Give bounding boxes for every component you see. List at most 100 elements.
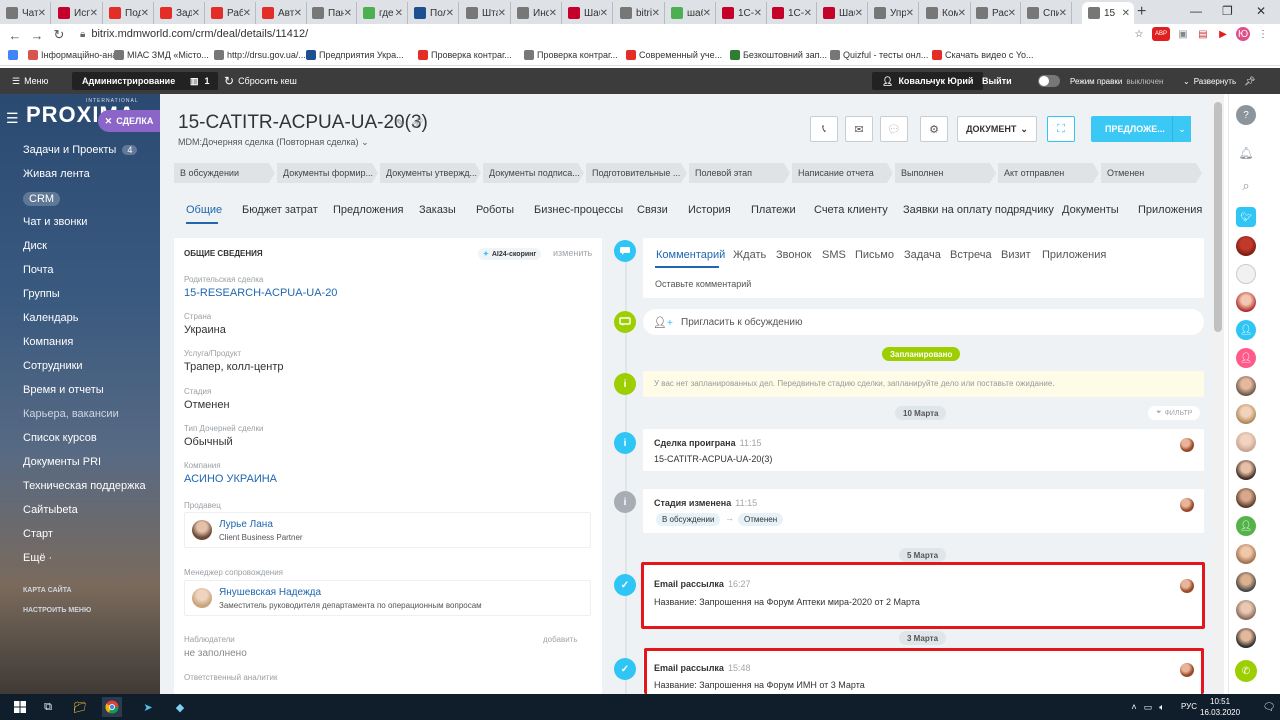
expand-panel-button[interactable]: ⌄ Развернуть 📌︎ — [1183, 68, 1256, 94]
sidebar-item[interactable]: Документы PRI — [23, 456, 101, 468]
back-icon[interactable]: ← — [8, 28, 22, 43]
hamburger-icon[interactable]: ☰ — [6, 110, 19, 127]
sidebar-item[interactable]: Почта — [23, 264, 54, 276]
edit-mode-switch[interactable] — [1038, 75, 1060, 87]
search-icon[interactable]: ⌕ — [1236, 176, 1256, 196]
pin-icon[interactable]: 📌︎ — [1244, 76, 1255, 87]
bookmark-item[interactable]: Предприятия Укра... — [306, 50, 404, 60]
close-tab-icon[interactable]: ✕ — [958, 8, 966, 19]
sidebar-item[interactable]: CRM — [23, 192, 61, 206]
browser-tab[interactable]: bitrix.✕ — [614, 2, 665, 24]
forward-icon[interactable]: → — [30, 28, 44, 43]
bookmark-item[interactable]: Скачать видео с Yo... — [932, 50, 1034, 60]
profile-avatar[interactable]: Ю — [1236, 27, 1250, 41]
ai-scoring-badge[interactable]: ✦ AI24-скоринг — [478, 248, 542, 260]
deal-tab[interactable]: Платежи — [751, 204, 796, 216]
browser-tab[interactable]: Шабло✕ — [817, 2, 868, 24]
maximize-button[interactable]: ❐ — [1222, 4, 1233, 18]
deal-tab[interactable]: Общие — [186, 204, 222, 216]
url-bar[interactable]: 🔒︎ bitrix.mdmworld.com/crm/deal/details/… — [80, 28, 308, 40]
avatar[interactable] — [1236, 600, 1256, 620]
extension-icon[interactable]: ▣ — [1176, 27, 1190, 41]
manager-name[interactable]: Янушевская Надежда — [219, 587, 321, 598]
deal-tab[interactable]: Связи — [637, 204, 668, 216]
close-tab-icon[interactable]: ✕ — [498, 8, 506, 19]
sidebar-item[interactable]: Компания — [23, 336, 73, 348]
stage-step[interactable]: Выполнен — [895, 163, 996, 183]
help-icon[interactable]: ? — [1236, 105, 1256, 125]
copy-link-icon[interactable]: 🔗︎ — [411, 118, 424, 129]
tray-chevron-icon[interactable]: ˄ — [1127, 697, 1141, 717]
user-avatar-icon[interactable]: 👤︎ — [1236, 320, 1256, 340]
close-icon[interactable]: ✕ — [105, 116, 113, 127]
sidebar-item[interactable]: Живая лента — [23, 168, 90, 180]
timeline-event-stage-changed[interactable]: Стадия изменена 11:15 — [643, 489, 1204, 533]
browser-tab[interactable]: Работ✕ — [205, 2, 256, 24]
close-tab-icon[interactable]: ✕ — [600, 8, 608, 19]
comment-input[interactable]: Оставьте комментарий — [655, 279, 751, 289]
notifications-icon[interactable]: 🗨︎ — [1262, 697, 1276, 717]
telegram-icon[interactable]: ➤ — [138, 697, 158, 717]
deal-tab[interactable]: Предложения — [333, 204, 404, 216]
deal-tab[interactable]: Заказы — [419, 204, 456, 216]
sidebar-item[interactable]: Диск — [23, 240, 47, 252]
close-tab-icon[interactable]: ✕ — [294, 8, 302, 19]
close-tab-icon[interactable]: ✕ — [192, 8, 200, 19]
stage-step[interactable]: Написание отчета — [792, 163, 893, 183]
sitemap-link[interactable]: КАРТА САЙТА — [23, 587, 72, 594]
stage-step[interactable]: Отменен — [1101, 163, 1202, 183]
avatar[interactable] — [1180, 498, 1194, 512]
browser-tab[interactable]: шабло✕ — [665, 2, 716, 24]
browser-tab[interactable]: Задач✕ — [154, 2, 205, 24]
close-tab-icon[interactable]: ✕ — [1122, 8, 1130, 19]
avatar[interactable] — [1236, 292, 1256, 312]
offer-dropdown-button[interactable]: ⌄ — [1172, 116, 1191, 142]
app-icon[interactable]: ◆ — [170, 697, 190, 717]
composer-tab[interactable]: Ждать — [733, 249, 766, 261]
deal-tab[interactable]: Документы — [1062, 204, 1119, 216]
sidebar-item[interactable]: Группы — [23, 288, 60, 300]
composer-tab[interactable]: Комментарий — [656, 249, 725, 261]
edit-mode-toggle[interactable]: Режим правки выключен — [1038, 68, 1163, 94]
language-indicator[interactable]: РУС — [1181, 702, 1197, 711]
browser-tab[interactable]: Подкл✕ — [103, 2, 154, 24]
field-value[interactable]: 15-RESEARCH-ACPUA-UA-20 — [184, 287, 337, 299]
close-tab-icon[interactable]: ✕ — [344, 8, 352, 19]
reload-icon[interactable]: ↻ — [52, 27, 66, 43]
stage-step[interactable]: Полевой этап — [689, 163, 790, 183]
edit-card-link[interactable]: изменить — [553, 248, 592, 258]
task-view-icon[interactable]: ⧉ — [38, 697, 58, 717]
composer-tab[interactable]: Визит — [1001, 249, 1031, 261]
seller-name[interactable]: Лурье Лана — [219, 519, 273, 530]
close-tab-icon[interactable]: ✕ — [141, 8, 149, 19]
timeline-event-deal-lost[interactable]: Сделка проиграна 11:15 15-CATITR-ACPUA-UA… — [643, 429, 1204, 471]
bookmark-item[interactable]: http://drsu.gov.ua/... — [214, 50, 306, 60]
close-tab-icon[interactable]: ✕ — [652, 8, 660, 19]
settings-button[interactable]: ⚙ — [920, 116, 948, 142]
deal-category[interactable]: MDM:Дочерняя сделка (Повторная сделка) ⌄ — [178, 137, 369, 148]
browser-tab[interactable]: Инфор✕ — [511, 2, 562, 24]
document-button[interactable]: ДОКУМЕНТ ⌄ — [957, 116, 1037, 142]
avatar[interactable] — [1236, 376, 1256, 396]
browser-tab[interactable]: 1С-Би✕ — [716, 2, 767, 24]
browser-tab[interactable]: Чат и✕ — [0, 2, 51, 24]
windows-start-icon[interactable] — [10, 697, 30, 717]
avatar[interactable] — [1236, 572, 1256, 592]
composer-tab[interactable]: Задача — [904, 249, 941, 261]
close-tab-icon[interactable]: ✕ — [446, 8, 454, 19]
composer-tab[interactable]: Письмо — [855, 249, 894, 261]
network-icon[interactable]: ▭ — [1141, 697, 1155, 717]
sidebar-item[interactable]: Календарь — [23, 312, 79, 324]
sidebar-item[interactable]: Чат и звонки — [23, 216, 87, 228]
bookmark-item[interactable] — [8, 50, 18, 60]
system-clock[interactable]: 10:51 16.03.2020 — [1200, 696, 1240, 718]
browser-tab[interactable]: где на✕ — [357, 2, 408, 24]
stage-step[interactable]: Документы подписа... — [483, 163, 584, 183]
star-icon[interactable]: ☆ — [1132, 27, 1146, 41]
close-tab-icon[interactable]: ✕ — [804, 8, 812, 19]
deal-tab[interactable]: Роботы — [476, 204, 514, 216]
deal-tab[interactable]: Приложения — [1138, 204, 1202, 216]
avatar[interactable] — [1236, 236, 1256, 256]
sidebar-item[interactable]: Техническая поддержка — [23, 480, 146, 492]
deal-tab[interactable]: Счета клиенту — [814, 204, 888, 216]
